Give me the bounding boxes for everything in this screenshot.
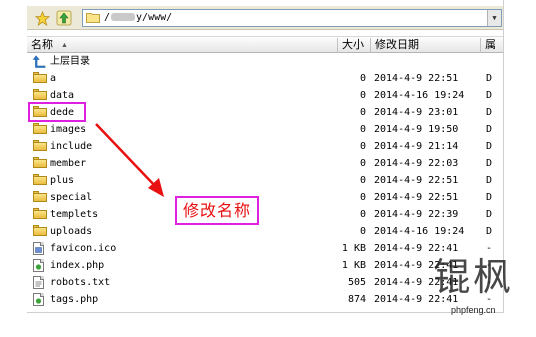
column-modified-header[interactable]: 修改日期 — [371, 38, 481, 53]
php-file-icon — [33, 293, 47, 306]
file-modified-date: 2014-4-9 19:50 — [374, 124, 459, 135]
file-name: images — [50, 124, 87, 135]
folder-icon — [33, 89, 47, 101]
file-name: uploads — [50, 226, 93, 237]
watermark-logo: 锟枫 — [433, 255, 514, 299]
file-modified-date: 2014-4-9 22:03 — [374, 158, 459, 169]
file-name: member — [50, 158, 87, 169]
file-name: a — [50, 73, 57, 84]
folder-icon — [86, 12, 100, 26]
file-size: 1 KB — [341, 243, 366, 254]
file-name: robots.txt — [50, 277, 111, 288]
rename-callout: 修改名称 — [175, 196, 259, 225]
file-size: 0 — [359, 226, 366, 237]
file-modified-date: 2014-4-9 22:39 — [374, 209, 459, 220]
file-permissions: D — [486, 73, 493, 84]
file-permissions: D — [486, 107, 493, 118]
file-modified-date: 2014-4-16 19:24 — [374, 90, 465, 101]
watermark-url: phpfeng.cn — [451, 305, 496, 315]
file-row[interactable]: uploads 0 2014-4-16 19:24 D — [27, 223, 503, 240]
file-name: plus — [50, 175, 75, 186]
chevron-down-icon[interactable]: ▼ — [487, 10, 501, 26]
column-name-header[interactable]: 名称 ▲ — [27, 38, 338, 53]
file-modified-date: 2014-4-9 21:14 — [374, 141, 459, 152]
file-permissions: D — [486, 90, 493, 101]
file-permissions: D — [486, 209, 493, 220]
address-bar[interactable]: / y/www/ ▼ — [82, 9, 502, 27]
address-path: / y/www/ — [104, 12, 173, 23]
watermark: 锟枫 phpfeng.cn — [433, 255, 536, 337]
file-row[interactable]: templets 0 2014-4-9 22:39 D — [27, 206, 503, 223]
folder-icon — [33, 140, 47, 152]
file-row[interactable]: data 0 2014-4-16 19:24 D — [27, 87, 503, 104]
file-modified-date: 2014-4-9 22:51 — [374, 73, 459, 84]
file-row[interactable]: include 0 2014-4-9 21:14 D — [27, 138, 503, 155]
column-permissions-header[interactable]: 属 — [481, 38, 503, 53]
folder-icon — [33, 123, 47, 135]
php-file-icon — [33, 259, 47, 272]
file-size: 0 — [359, 124, 366, 135]
file-row[interactable]: member 0 2014-4-9 22:03 D — [27, 155, 503, 172]
file-permissions: D — [486, 124, 493, 135]
file-name: special — [50, 192, 93, 203]
sort-up-icon: ▲ — [61, 42, 68, 49]
file-row[interactable]: dede 0 2014-4-9 23:01 D — [27, 104, 503, 121]
file-name: favicon.ico — [50, 243, 117, 254]
folder-icon — [33, 157, 47, 169]
file-size: 0 — [359, 192, 366, 203]
file-size: 0 — [359, 90, 366, 101]
file-size: 0 — [359, 209, 366, 220]
file-permissions: D — [486, 175, 493, 186]
file-row[interactable]: special 0 2014-4-9 22:51 D — [27, 189, 503, 206]
folder-icon — [33, 191, 47, 203]
file-name: index.php — [50, 260, 105, 271]
file-size: 505 — [347, 277, 366, 288]
highlight-box — [28, 102, 86, 122]
file-permissions: D — [486, 192, 493, 203]
folder-icon — [33, 225, 47, 237]
file-modified-date: 2014-4-9 22:51 — [374, 175, 459, 186]
file-modified-date: 2014-4-16 19:24 — [374, 226, 465, 237]
parent-directory-row[interactable]: 上层目录 — [27, 53, 503, 70]
file-row[interactable]: plus 0 2014-4-9 22:51 D — [27, 172, 503, 189]
file-permissions: D — [486, 158, 493, 169]
column-size-header[interactable]: 大小 — [338, 38, 371, 53]
favorites-star-icon[interactable] — [33, 9, 51, 27]
file-size: 1 KB — [341, 260, 366, 271]
redacted-segment — [111, 13, 136, 21]
file-permissions: D — [486, 226, 493, 237]
file-size: 0 — [359, 158, 366, 169]
folder-icon — [33, 208, 47, 220]
folder-icon — [33, 72, 47, 84]
file-name: tags.php — [50, 294, 99, 305]
column-header: 名称 ▲ 大小 修改日期 属 — [27, 36, 503, 53]
file-permissions: D — [486, 141, 493, 152]
file-size: 0 — [359, 107, 366, 118]
file-name: include — [50, 141, 93, 152]
file-name: templets — [50, 209, 99, 220]
txt-file-icon — [33, 276, 47, 289]
file-name: 上层目录 — [50, 56, 90, 67]
toolbar: / y/www/ ▼ — [27, 6, 503, 30]
file-size: 0 — [359, 175, 366, 186]
parent-directory-icon — [32, 55, 47, 68]
file-row[interactable]: images 0 2014-4-9 19:50 D — [27, 121, 503, 138]
file-size: 874 — [347, 294, 366, 305]
file-size: 0 — [359, 73, 366, 84]
ico-file-icon — [33, 242, 47, 255]
file-row[interactable]: a 0 2014-4-9 22:51 D — [27, 70, 503, 87]
up-directory-button[interactable] — [55, 9, 73, 27]
file-modified-date: 2014-4-9 23:01 — [374, 107, 459, 118]
file-size: 0 — [359, 141, 366, 152]
file-modified-date: 2014-4-9 22:51 — [374, 192, 459, 203]
folder-icon — [33, 174, 47, 186]
